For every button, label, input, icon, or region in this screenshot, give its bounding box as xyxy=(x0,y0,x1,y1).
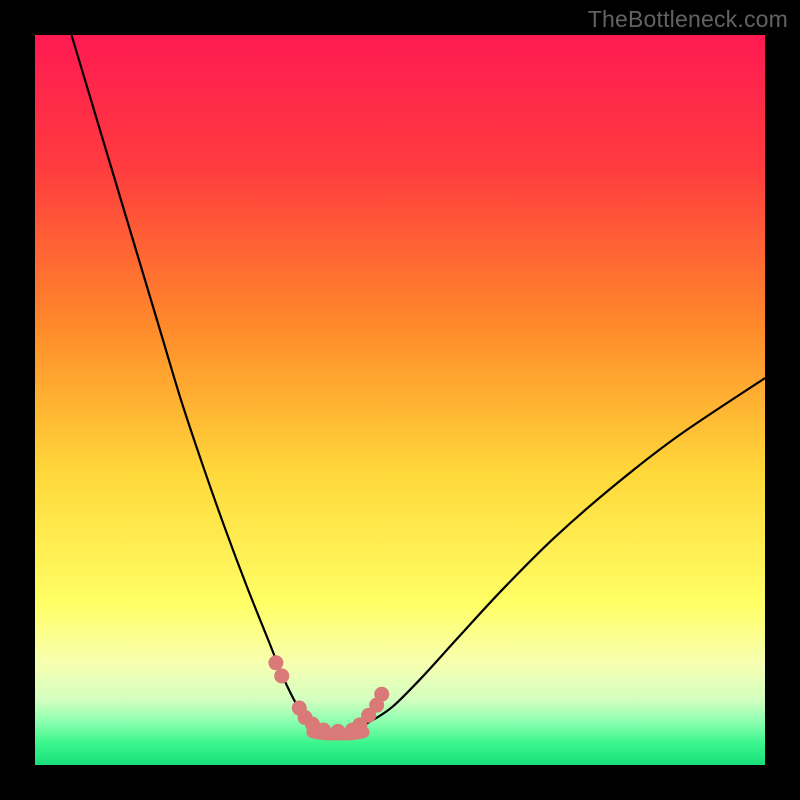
data-dot xyxy=(268,655,283,670)
data-dot xyxy=(374,687,389,702)
dot-group xyxy=(268,655,389,739)
data-dot xyxy=(316,722,331,737)
right-curve xyxy=(356,378,765,728)
plot-area xyxy=(35,35,765,765)
data-dot xyxy=(330,724,345,739)
data-dot xyxy=(274,668,289,683)
curve-layer xyxy=(35,35,765,765)
left-curve xyxy=(72,35,320,729)
watermark-text: TheBottleneck.com xyxy=(588,6,788,33)
chart-frame: TheBottleneck.com xyxy=(0,0,800,800)
